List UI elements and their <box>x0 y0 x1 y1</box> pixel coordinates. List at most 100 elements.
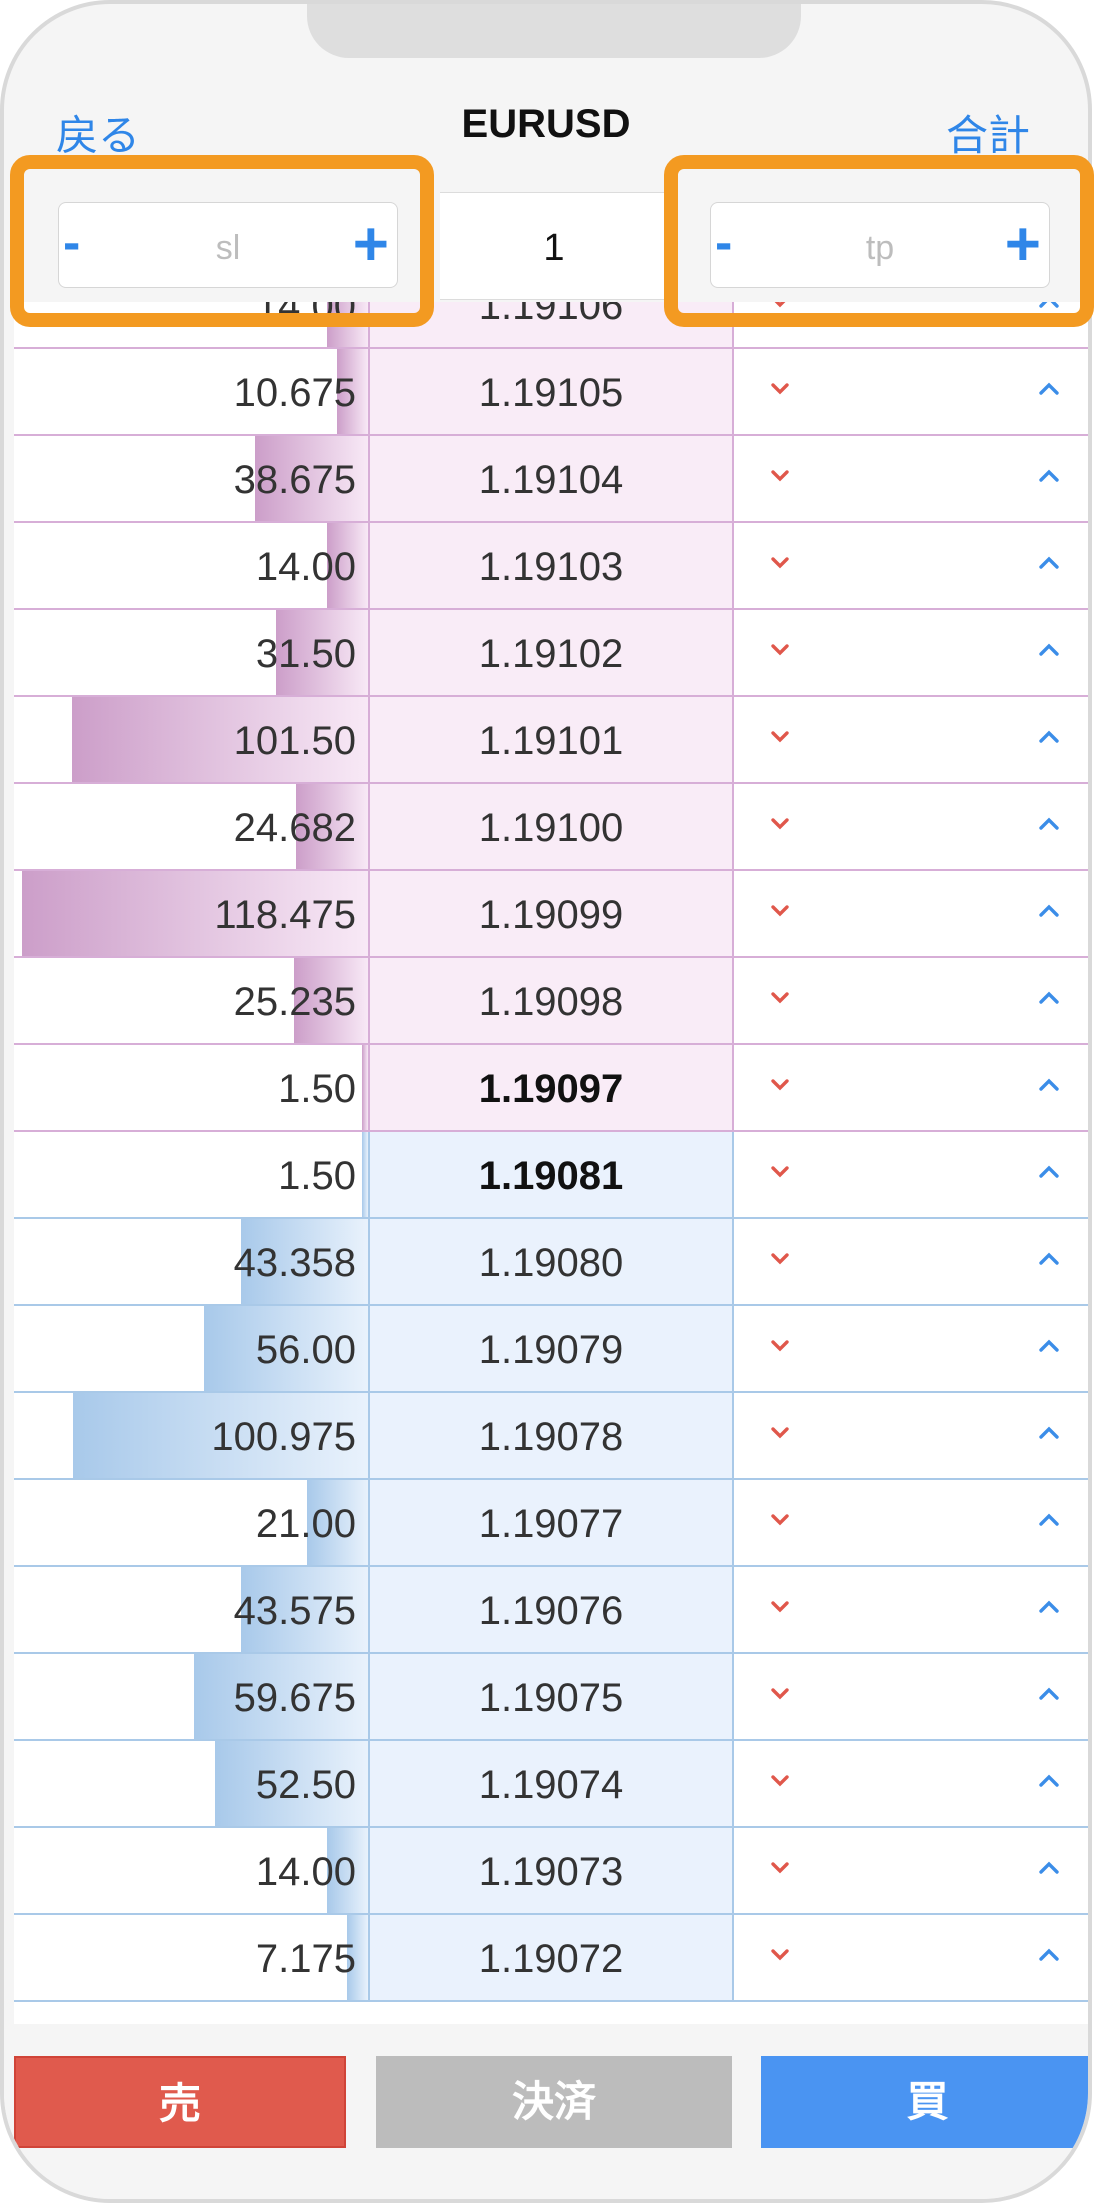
book-row: 10.675 1.19105 <box>14 349 1088 436</box>
volume-value: 43.358 <box>233 1241 356 1285</box>
chevron-down-icon[interactable] <box>770 553 790 573</box>
volume-value: 43.575 <box>233 1589 356 1633</box>
price-value: 1.19080 <box>478 1241 624 1285</box>
chevron-down-icon[interactable] <box>770 640 790 660</box>
tp-highlight-box <box>664 155 1094 327</box>
chevron-down-icon[interactable] <box>770 901 790 921</box>
book-row: 118.475 1.19099 <box>14 871 1088 958</box>
price-value: 1.19098 <box>478 980 624 1024</box>
volume-cell: 43.358 <box>14 1219 370 1304</box>
volume-cell: 25.235 <box>14 958 370 1043</box>
chevron-up-icon[interactable] <box>1038 1423 1060 1443</box>
chevron-up-icon[interactable] <box>1038 814 1060 834</box>
chevron-down-icon[interactable] <box>770 1684 790 1704</box>
price-cell: 1.19101 <box>370 697 734 782</box>
volume-value: 118.475 <box>214 893 356 937</box>
chevron-up-icon[interactable] <box>1038 1771 1060 1791</box>
book-row: 38.675 1.19104 <box>14 436 1088 523</box>
chevron-up-icon[interactable] <box>1038 901 1060 921</box>
price-cell: 1.19072 <box>370 1915 734 2000</box>
quantity-field[interactable]: 1 <box>440 192 668 300</box>
book-row: 1.50 1.19081 <box>14 1132 1088 1219</box>
book-row: 21.00 1.19077 <box>14 1480 1088 1567</box>
volume-value: 59.675 <box>233 1676 356 1720</box>
action-cell <box>734 610 1088 695</box>
volume-bar <box>362 1132 368 1217</box>
chevron-up-icon[interactable] <box>1038 988 1060 1008</box>
chevron-up-icon[interactable] <box>1038 1075 1060 1095</box>
chevron-down-icon[interactable] <box>770 988 790 1008</box>
footer-bar: 売 決済 買 <box>4 2026 1088 2199</box>
book-row: 1.50 1.19097 <box>14 1045 1088 1132</box>
total-button[interactable]: 合計 <box>946 102 1030 163</box>
price-cell: 1.19105 <box>370 349 734 434</box>
chevron-down-icon[interactable] <box>770 1336 790 1356</box>
chevron-up-icon[interactable] <box>1038 1336 1060 1356</box>
chevron-up-icon[interactable] <box>1038 1249 1060 1269</box>
volume-value: 14.00 <box>255 1850 356 1894</box>
volume-cell: 14.00 <box>14 1828 370 1913</box>
sell-button[interactable]: 売 <box>14 2056 346 2148</box>
chevron-down-icon[interactable] <box>770 1075 790 1095</box>
book-row: 25.235 1.19098 <box>14 958 1088 1045</box>
chevron-down-icon[interactable] <box>770 1249 790 1269</box>
chevron-down-icon[interactable] <box>770 466 790 486</box>
price-cell: 1.19097 <box>370 1045 734 1130</box>
chevron-down-icon[interactable] <box>770 1423 790 1443</box>
volume-cell: 43.575 <box>14 1567 370 1652</box>
chevron-up-icon[interactable] <box>1038 1597 1060 1617</box>
phone-frame: 戻る EURUSD 合計 - sl + 1 - tp + 14.00 1.1910… <box>0 0 1092 2203</box>
book-row: 43.575 1.19076 <box>14 1567 1088 1654</box>
price-value: 1.19076 <box>478 1589 624 1633</box>
chevron-down-icon[interactable] <box>770 727 790 747</box>
price-value: 1.19103 <box>478 545 624 589</box>
sl-highlight-box <box>10 155 434 327</box>
chevron-up-icon[interactable] <box>1038 1945 1060 1965</box>
volume-value: 100.975 <box>211 1415 356 1459</box>
price-value: 1.19102 <box>478 632 624 676</box>
volume-value: 7.175 <box>255 1937 356 1981</box>
volume-cell: 59.675 <box>14 1654 370 1739</box>
chevron-down-icon[interactable] <box>770 1162 790 1182</box>
chevron-down-icon[interactable] <box>770 1510 790 1530</box>
price-cell: 1.19100 <box>370 784 734 869</box>
book-row: 7.175 1.19072 <box>14 1915 1088 2002</box>
chevron-up-icon[interactable] <box>1038 727 1060 747</box>
chevron-down-icon[interactable] <box>770 814 790 834</box>
action-cell <box>734 958 1088 1043</box>
volume-value: 56.00 <box>255 1328 356 1372</box>
price-cell: 1.19078 <box>370 1393 734 1478</box>
volume-cell: 1.50 <box>14 1132 370 1217</box>
chevron-up-icon[interactable] <box>1038 640 1060 660</box>
action-cell <box>734 1828 1088 1913</box>
volume-bar <box>362 1045 368 1130</box>
chevron-up-icon[interactable] <box>1038 1858 1060 1878</box>
price-cell: 1.19102 <box>370 610 734 695</box>
volume-cell: 31.50 <box>14 610 370 695</box>
price-cell: 1.19077 <box>370 1480 734 1565</box>
buy-button[interactable]: 買 <box>761 2056 1088 2148</box>
page-title: EURUSD <box>461 102 631 146</box>
book-row: 59.675 1.19075 <box>14 1654 1088 1741</box>
chevron-up-icon[interactable] <box>1038 466 1060 486</box>
chevron-down-icon[interactable] <box>770 1771 790 1791</box>
price-value: 1.19105 <box>478 371 624 415</box>
close-position-button[interactable]: 決済 <box>376 2056 732 2148</box>
chevron-up-icon[interactable] <box>1038 1162 1060 1182</box>
action-cell <box>734 436 1088 521</box>
price-value: 1.19104 <box>478 458 624 502</box>
action-cell <box>734 1654 1088 1739</box>
price-value: 1.19075 <box>478 1676 624 1720</box>
chevron-up-icon[interactable] <box>1038 1684 1060 1704</box>
price-value: 1.19100 <box>478 806 624 850</box>
price-value: 1.19074 <box>478 1763 624 1807</box>
chevron-up-icon[interactable] <box>1038 553 1060 573</box>
chevron-down-icon[interactable] <box>770 379 790 399</box>
chevron-down-icon[interactable] <box>770 1945 790 1965</box>
chevron-down-icon[interactable] <box>770 1597 790 1617</box>
action-cell <box>734 349 1088 434</box>
chevron-down-icon[interactable] <box>770 1858 790 1878</box>
volume-value: 38.675 <box>233 458 356 502</box>
chevron-up-icon[interactable] <box>1038 379 1060 399</box>
chevron-up-icon[interactable] <box>1038 1510 1060 1530</box>
